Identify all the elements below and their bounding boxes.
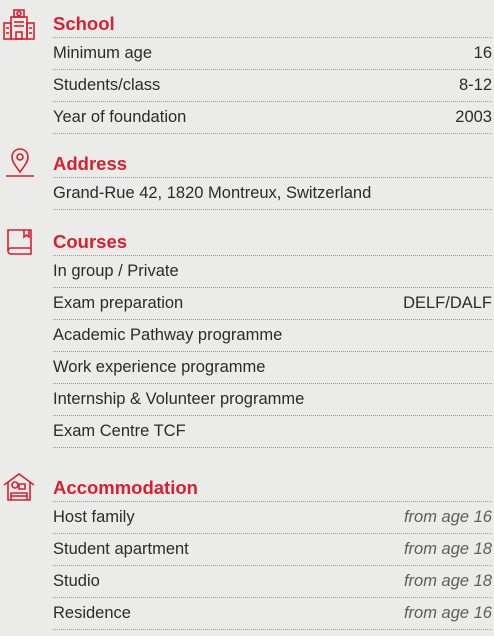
address-section: Address Grand-Rue 42, 1820 Montreux, Swi…: [0, 146, 494, 210]
address-text: Grand-Rue 42, 1820 Montreux, Switzerland: [53, 184, 372, 202]
accommodation-row: Student apartment from age 18: [53, 534, 492, 566]
school-section: School Minimum age 16 Students/class 8-1…: [0, 6, 494, 134]
course-label: Exam preparation: [53, 294, 184, 312]
school-info-panel: School Minimum age 16 Students/class 8-1…: [0, 0, 494, 636]
address-row: Grand-Rue 42, 1820 Montreux, Switzerland: [53, 178, 492, 210]
accommodation-label: Host family: [53, 508, 135, 526]
school-row: Students/class 8-12: [53, 70, 492, 102]
accommodation-header: Accommodation: [0, 470, 494, 502]
course-label: In group / Private: [53, 262, 179, 280]
accommodation-row: Residence from age 16: [53, 598, 492, 630]
courses-header: Courses: [0, 224, 494, 256]
accommodation-age: from age 16: [403, 508, 492, 526]
school-row-value: 8-12: [458, 76, 492, 94]
course-label: Academic Pathway programme: [53, 326, 283, 344]
school-row-label: Minimum age: [53, 44, 153, 62]
course-row: Academic Pathway programme: [53, 320, 492, 352]
course-row: Internship & Volunteer programme: [53, 384, 492, 416]
school-row: Year of foundation 2003: [53, 102, 492, 134]
course-label: Exam Centre TCF: [53, 422, 186, 440]
course-row: Exam preparation DELF/DALF: [53, 288, 492, 320]
accommodation-title: Accommodation: [53, 477, 198, 498]
school-header: School: [0, 6, 494, 40]
accommodation-label: Studio: [53, 572, 100, 590]
accommodation-row: Host family from age 16: [53, 502, 492, 534]
school-building-icon: [2, 6, 36, 40]
book-icon: [2, 224, 36, 258]
location-pin-icon: [2, 146, 36, 180]
accommodation-row: Studio from age 18: [53, 566, 492, 598]
courses-title: Courses: [53, 231, 128, 252]
course-row: Exam Centre TCF: [53, 416, 492, 448]
accommodation-age: from age 18: [403, 540, 492, 558]
address-header: Address: [0, 146, 494, 178]
courses-section: Courses In group / Private Exam preparat…: [0, 224, 494, 448]
school-row-label: Students/class: [53, 76, 161, 94]
course-label: Work experience programme: [53, 358, 266, 376]
accommodation-age: from age 18: [403, 572, 492, 590]
school-row-label: Year of foundation: [53, 108, 187, 126]
accommodation-label: Student apartment: [53, 540, 189, 558]
school-title: School: [53, 13, 115, 34]
house-icon: [2, 470, 36, 504]
course-row: Work experience programme: [53, 352, 492, 384]
accommodation-label: Residence: [53, 604, 131, 622]
school-row-value: 16: [473, 44, 492, 62]
course-value: DELF/DALF: [403, 294, 492, 312]
accommodation-section: Accommodation Host family from age 16 St…: [0, 470, 494, 630]
address-title: Address: [53, 153, 128, 174]
school-row: Minimum age 16: [53, 38, 492, 70]
course-row: In group / Private: [53, 256, 492, 288]
accommodation-age: from age 16: [403, 604, 492, 622]
course-label: Internship & Volunteer programme: [53, 390, 305, 408]
school-row-value: 2003: [455, 108, 492, 126]
